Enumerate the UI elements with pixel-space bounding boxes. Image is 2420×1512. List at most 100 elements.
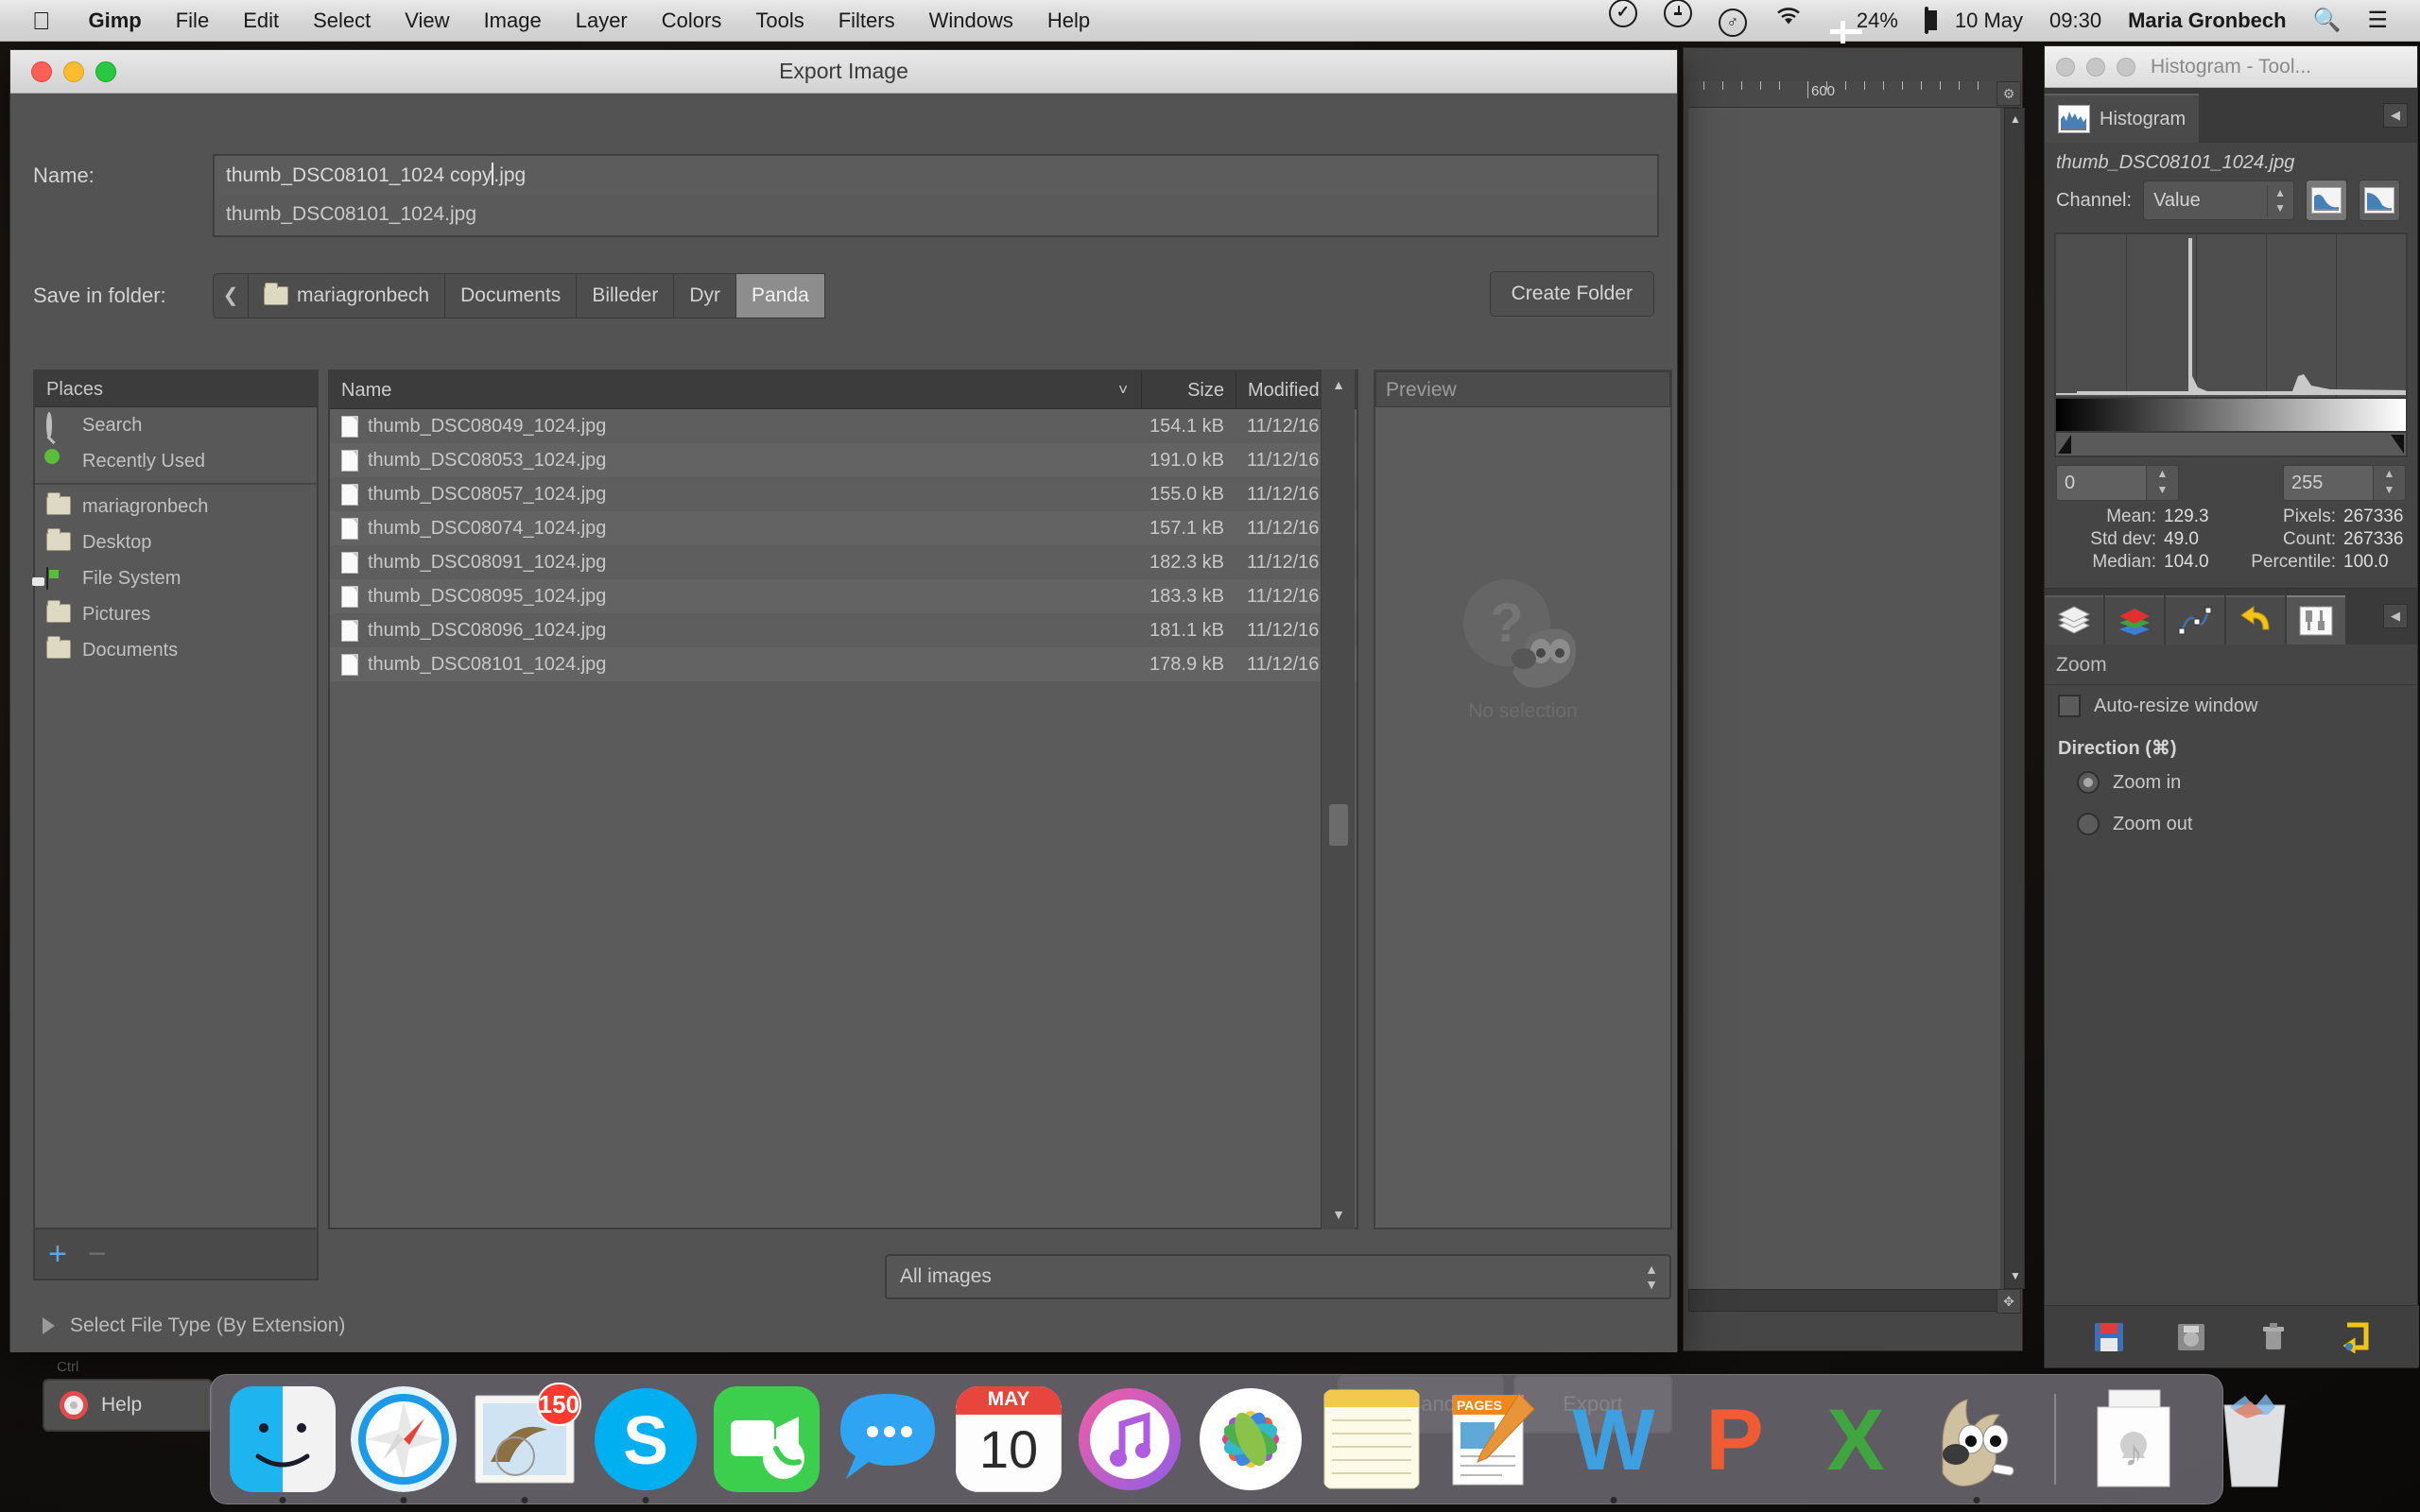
restore-tool-preset-icon[interactable]	[2175, 1321, 2207, 1353]
breadcrumb-documents[interactable]: Documents	[445, 273, 577, 318]
menu-item-file[interactable]: File	[159, 0, 226, 42]
dock-item-notes[interactable]	[1319, 1386, 1425, 1492]
canvas-vertical-scrollbar[interactable]: ▲ ▼	[2004, 108, 2025, 1289]
range-low-handle[interactable]	[2058, 435, 2071, 454]
range-high-value[interactable]: 255	[2283, 465, 2374, 501]
menubar-username[interactable]: Maria Gronbech	[2115, 0, 2299, 42]
chevron-left-icon[interactable]: ❮	[213, 273, 249, 318]
dialog-titlebar[interactable]: Export Image	[10, 50, 1677, 94]
place-item-recently-used[interactable]: Recently Used	[35, 443, 317, 479]
table-row[interactable]: thumb_DSC08101_1024.jpg 178.9 kB 11/12/1…	[330, 647, 1357, 681]
file-type-filter-select[interactable]: All images ▲▼	[885, 1254, 1671, 1299]
range-high-spinner[interactable]: 255 ▲▼	[2283, 465, 2406, 501]
place-item-desktop[interactable]: Desktop	[35, 524, 317, 560]
menu-item-edit[interactable]: Edit	[226, 0, 296, 42]
scroll-down-icon[interactable]: ▼	[1329, 1205, 1348, 1224]
apple-icon[interactable]: 	[0, 9, 72, 33]
dock-item-pages[interactable]: PAGES	[1440, 1386, 1546, 1492]
filename-input[interactable]: thumb_DSC08101_1024 copy.jpg	[213, 154, 1659, 198]
breadcrumb-dyr[interactable]: Dyr	[674, 273, 736, 318]
menu-item-colors[interactable]: Colors	[645, 0, 739, 42]
column-header-size[interactable]: Size	[1141, 371, 1236, 408]
range-low-value[interactable]: 0	[2056, 465, 2147, 501]
menu-item-gimp[interactable]: Gimp	[72, 0, 159, 42]
zoom-out-radio[interactable]	[2077, 813, 2100, 835]
dock-item-mail[interactable]: 150	[472, 1386, 578, 1492]
save-tool-preset-icon[interactable]	[2093, 1321, 2125, 1353]
file-list-scrollbar[interactable]: ▲ ▼	[1321, 369, 1355, 1229]
delete-tool-preset-icon[interactable]	[2257, 1321, 2290, 1353]
table-row[interactable]: thumb_DSC08049_1024.jpg 154.1 kB 11/12/1…	[330, 409, 1357, 443]
place-item-pictures[interactable]: Pictures	[35, 596, 317, 632]
dock-item-trash[interactable]	[2202, 1386, 2308, 1492]
dock-item-finder[interactable]	[230, 1386, 336, 1492]
add-bookmark-icon[interactable]: +	[48, 1238, 67, 1270]
tab-tool-options[interactable]	[2287, 595, 2345, 644]
place-item-documents[interactable]: Documents	[35, 632, 317, 668]
place-item-mariagronbech[interactable]: mariagronbech	[35, 489, 317, 524]
menu-item-help[interactable]: Help	[1030, 0, 1107, 42]
breadcrumb-mariagronbech[interactable]: mariagronbech	[249, 273, 445, 318]
dock-item-downloads-stack[interactable]: ♪	[2081, 1386, 2187, 1492]
chevron-down-icon[interactable]: ˅	[1118, 371, 1128, 409]
tab-paths[interactable]	[2166, 595, 2224, 644]
dock-item-photos[interactable]	[1198, 1386, 1304, 1492]
zoom-in-radio[interactable]	[2077, 771, 2100, 794]
collapse-left-icon[interactable]: ◀	[2383, 103, 2408, 128]
place-item-file-system[interactable]: File System	[35, 560, 317, 596]
dock-item-powerpoint[interactable]: P	[1682, 1386, 1788, 1492]
table-row[interactable]: thumb_DSC08096_1024.jpg 181.1 kB 11/12/1…	[330, 613, 1357, 647]
dock-item-safari[interactable]	[351, 1386, 457, 1492]
menu-item-tools[interactable]: Tools	[738, 0, 821, 42]
menu-item-view[interactable]: View	[388, 0, 466, 42]
place-item-search[interactable]: Search	[35, 407, 317, 443]
dock-item-skype[interactable]: S	[593, 1386, 699, 1492]
range-high-handle[interactable]	[2391, 435, 2404, 454]
zoom-in-option-row[interactable]: Zoom in	[2045, 762, 2417, 803]
check-circle-icon[interactable]	[1609, 0, 1637, 27]
table-row[interactable]: thumb_DSC08074_1024.jpg 157.1 kB 11/12/1…	[330, 511, 1357, 545]
time-machine-icon[interactable]	[1664, 0, 1692, 27]
dock-item-word[interactable]: W	[1561, 1386, 1667, 1492]
tab-undo-history[interactable]	[2226, 595, 2285, 644]
remove-bookmark-icon[interactable]: −	[88, 1238, 107, 1270]
scroll-up-icon[interactable]: ▲	[2008, 112, 2023, 128]
select-file-type-expander[interactable]: Select File Type (By Extension)	[43, 1314, 345, 1337]
wifi-icon[interactable]	[1760, 0, 1817, 42]
filename-autocomplete-suggestion[interactable]: thumb_DSC08101_1024.jpg	[213, 196, 1659, 237]
column-header-name[interactable]: Name ˅	[330, 371, 1141, 408]
tab-channels[interactable]	[2105, 595, 2164, 644]
tab-histogram[interactable]: Histogram	[2045, 94, 2199, 143]
auto-resize-checkbox[interactable]	[2058, 695, 2081, 717]
dock-item-itunes[interactable]	[1077, 1386, 1183, 1492]
battery-icon[interactable]	[1925, 7, 1928, 34]
breadcrumb-panda[interactable]: Panda	[736, 273, 825, 318]
menu-item-image[interactable]: Image	[467, 0, 559, 42]
canvas-config-button[interactable]: ⚙	[1996, 81, 2021, 106]
spinner-arrows-icon[interactable]: ▲▼	[2267, 185, 2286, 217]
dock-item-excel[interactable]: X	[1803, 1386, 1909, 1492]
histogram-titlebar[interactable]: Histogram - Tool...	[2045, 46, 2417, 88]
canvas-horizontal-scrollbar[interactable]: ▶	[1688, 1289, 2019, 1312]
create-folder-button[interactable]: Create Folder	[1490, 271, 1654, 317]
tab-layers[interactable]	[2045, 595, 2103, 644]
dock-item-facetime[interactable]	[714, 1386, 820, 1492]
histogram-range-handles[interactable]	[2054, 433, 2408, 457]
spinner-arrows-icon[interactable]: ▲▼	[2147, 465, 2179, 501]
navigation-preview-button[interactable]: ✥	[1996, 1289, 2021, 1314]
dock-item-gimp[interactable]	[1924, 1386, 2030, 1492]
dock-item-calendar[interactable]: MAY 10	[956, 1386, 1062, 1492]
table-row[interactable]: thumb_DSC08095_1024.jpg 183.3 kB 11/12/1…	[330, 579, 1357, 613]
auto-resize-option-row[interactable]: Auto-resize window	[2045, 685, 2417, 727]
histogram-log-mode-button[interactable]	[2359, 180, 2400, 221]
menu-item-filters[interactable]: Filters	[821, 0, 912, 42]
table-row[interactable]: thumb_DSC08091_1024.jpg 182.3 kB 11/12/1…	[330, 545, 1357, 579]
spinner-arrows-icon[interactable]: ▲▼	[2374, 465, 2406, 501]
reset-tool-options-icon[interactable]	[2340, 1321, 2372, 1353]
spotlight-search-icon[interactable]: 🔍	[2300, 0, 2355, 42]
range-low-spinner[interactable]: 0 ▲▼	[2056, 465, 2179, 501]
scroll-up-icon[interactable]: ▲	[1329, 375, 1348, 394]
histogram-linear-mode-button[interactable]	[2306, 180, 2347, 221]
menu-item-windows[interactable]: Windows	[912, 0, 1030, 42]
help-button[interactable]: Help	[43, 1379, 213, 1432]
